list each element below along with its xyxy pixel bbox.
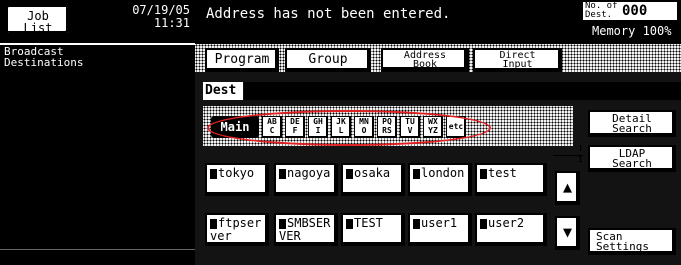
- address-entry-user1[interactable]: user1: [408, 213, 472, 246]
- up-arrow-icon: ▲: [562, 178, 573, 196]
- address-entry-osaka[interactable]: osaka: [341, 163, 405, 196]
- address-entry-label: london: [421, 166, 465, 180]
- address-entry-smbserver[interactable]: SMBSER VER: [274, 213, 338, 246]
- mode-label: Broadcast Destinations: [4, 45, 84, 69]
- job-list-label: Job List: [23, 9, 53, 35]
- time: 11:31: [153, 16, 190, 30]
- address-entry-label: user1: [421, 216, 458, 230]
- email-badge-icon: [279, 168, 286, 179]
- tab-program[interactable]: Program: [205, 48, 279, 72]
- smb-badge-icon: [346, 218, 353, 229]
- address-entry-label: osaka: [354, 166, 391, 180]
- dest-label: Dest: [203, 82, 243, 100]
- tab-group-label: Group: [308, 52, 348, 67]
- highlight-oval: [207, 110, 491, 146]
- address-entry-label: nagoya: [287, 166, 331, 180]
- memory-status: Memory 100%: [592, 24, 672, 38]
- email-badge-icon: [346, 168, 353, 179]
- email-badge-icon: [413, 168, 420, 179]
- tab-direct-input[interactable]: Direct Input: [473, 48, 562, 72]
- tab-address-book-label: Address Book: [403, 50, 447, 70]
- dest-field: [244, 82, 681, 100]
- address-entry-label: tokyo: [218, 166, 255, 180]
- address-entry-label: TEST: [354, 216, 383, 230]
- scan-settings-button[interactable]: Scan Settings: [588, 228, 676, 255]
- left-panel: [0, 0, 195, 265]
- page-down-button[interactable]: ▼: [555, 216, 580, 250]
- page-indicator: 1 1: [553, 145, 583, 173]
- ftp-badge-icon: [210, 218, 217, 229]
- scan-settings-label: Scan Settings: [596, 230, 649, 253]
- tab-group[interactable]: Group: [285, 48, 371, 72]
- counter-value: 000: [622, 3, 648, 19]
- ldap-search-label: LDAP Search: [612, 147, 652, 170]
- left-bottom-divider: [0, 249, 195, 250]
- email-badge-icon: [480, 168, 487, 179]
- detail-search-label: Detail Search: [612, 112, 652, 135]
- detail-search-button[interactable]: Detail Search: [588, 110, 676, 137]
- tab-direct-input-label: Direct Input: [499, 50, 536, 70]
- address-entry-label: test: [488, 166, 517, 180]
- address-entry-label: ftpser ver: [210, 216, 262, 243]
- address-entry-user2[interactable]: user2: [475, 213, 547, 246]
- address-entry-nagoya[interactable]: nagoya: [274, 163, 338, 196]
- address-entry-ftpserver[interactable]: ftpser ver: [205, 213, 269, 246]
- address-entry-test-upper[interactable]: TEST: [341, 213, 405, 246]
- job-list-button[interactable]: Job List: [6, 5, 70, 35]
- smb-badge-icon: [279, 218, 286, 229]
- page-total: 1: [553, 155, 583, 165]
- tab-address-book[interactable]: Address Book: [381, 48, 469, 72]
- address-entry-label: SMBSER VER: [279, 216, 331, 243]
- page-current: 1: [577, 144, 583, 154]
- address-entry-london[interactable]: london: [408, 163, 472, 196]
- address-entry-test[interactable]: test: [475, 163, 547, 196]
- down-arrow-icon: ▼: [562, 223, 573, 241]
- date-time: 07/19/05 11:31: [78, 4, 190, 30]
- counter-label: No. of Dest.: [585, 1, 618, 20]
- address-entry-label: user2: [488, 216, 525, 230]
- tab-program-label: Program: [214, 52, 270, 67]
- email-badge-icon: [480, 218, 487, 229]
- ldap-search-button[interactable]: LDAP Search: [588, 145, 676, 172]
- email-badge-icon: [413, 218, 420, 229]
- page-up-button[interactable]: ▲: [555, 171, 580, 205]
- status-message: Address has not been entered.: [206, 6, 451, 22]
- address-entry-tokyo[interactable]: tokyo: [205, 163, 269, 196]
- email-badge-icon: [210, 168, 217, 179]
